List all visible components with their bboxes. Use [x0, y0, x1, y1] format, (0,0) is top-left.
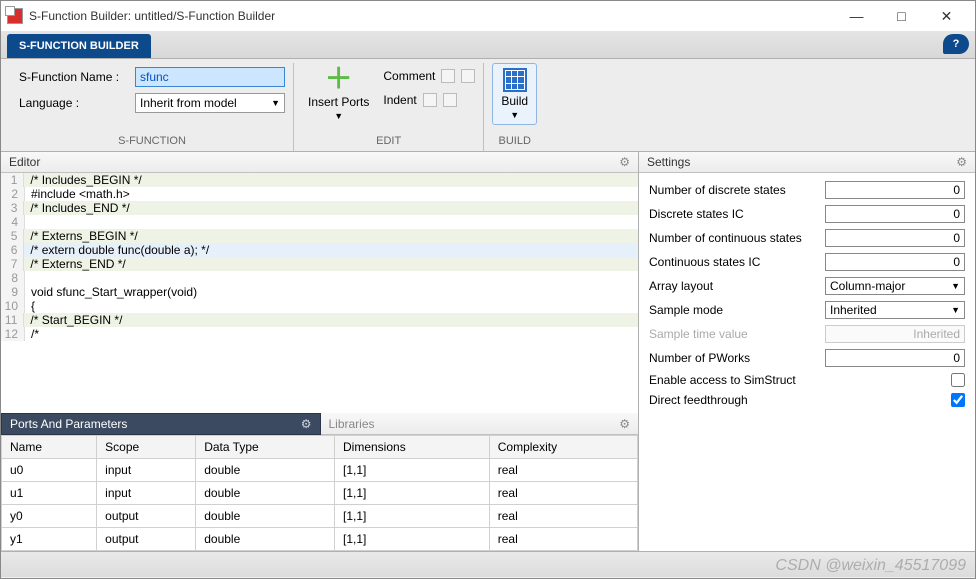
code-line[interactable]: 2#include <math.h> [1, 187, 638, 201]
ribbon-group-edit: EDIT [302, 133, 475, 151]
comment-button[interactable]: Comment [383, 67, 475, 85]
tabstrip: S-FUNCTION BUILDER ? [1, 31, 975, 59]
code-line[interactable]: 7/* Externs_END */ [1, 257, 638, 271]
indent-button[interactable]: Indent [383, 91, 475, 109]
gear-icon[interactable]: ⚙ [956, 155, 967, 169]
minimize-button[interactable]: — [834, 1, 879, 31]
num-discrete-label: Number of discrete states [649, 183, 819, 197]
code-line[interactable]: 10{ [1, 299, 638, 313]
code-line[interactable]: 3/* Includes_END */ [1, 201, 638, 215]
sfunc-name-label: S-Function Name : [19, 70, 129, 84]
indent-icon [423, 93, 437, 107]
table-row[interactable]: y1outputdouble[1,1]real [2, 528, 638, 551]
app-tab[interactable]: S-FUNCTION BUILDER [7, 34, 151, 58]
gear-icon[interactable]: ⚙ [619, 417, 630, 431]
code-line[interactable]: 11/* Start_BEGIN */ [1, 313, 638, 327]
code-line[interactable]: 5/* Externs_BEGIN */ [1, 229, 638, 243]
window-title: S-Function Builder: untitled/S-Function … [29, 9, 834, 23]
code-line[interactable]: 8 [1, 271, 638, 285]
ribbon-group-build: BUILD [492, 133, 537, 151]
plus-icon: ＋ [325, 65, 353, 93]
titlebar: S-Function Builder: untitled/S-Function … [1, 1, 975, 31]
language-label: Language : [19, 96, 129, 110]
outdent-icon [443, 93, 457, 107]
array-layout-dropdown[interactable]: Column-major▼ [825, 277, 965, 295]
cont-ic-input[interactable] [825, 253, 965, 271]
table-header[interactable]: Name [2, 436, 97, 459]
table-header[interactable]: Scope [97, 436, 196, 459]
app-icon [7, 8, 23, 24]
chevron-down-icon: ▼ [334, 111, 343, 121]
sfunc-name-input[interactable] [135, 67, 285, 87]
help-icon[interactable]: ? [943, 34, 969, 54]
discrete-ic-label: Discrete states IC [649, 207, 819, 221]
maximize-button[interactable]: □ [879, 1, 924, 31]
ports-table[interactable]: NameScopeData TypeDimensionsComplexity u… [1, 435, 638, 551]
ribbon: S-Function Name : Language : Inherit fro… [1, 59, 975, 152]
chevron-down-icon: ▼ [271, 98, 280, 108]
feedthrough-label: Direct feedthrough [649, 393, 945, 407]
close-button[interactable]: ✕ [924, 1, 969, 31]
sample-time-label: Sample time value [649, 327, 819, 341]
libraries-panel-header[interactable]: Libraries ⚙ [321, 413, 639, 435]
table-row[interactable]: u1inputdouble[1,1]real [2, 482, 638, 505]
insert-ports-button[interactable]: ＋ Insert Ports ▼ [302, 63, 375, 123]
code-line[interactable]: 6/* extern double func(double a); */ [1, 243, 638, 257]
pworks-label: Number of PWorks [649, 351, 819, 365]
table-header[interactable]: Complexity [489, 436, 637, 459]
table-row[interactable]: y0outputdouble[1,1]real [2, 505, 638, 528]
ports-panel-header[interactable]: Ports And Parameters ⚙ [1, 413, 321, 435]
chevron-down-icon: ▼ [510, 110, 519, 120]
feedthrough-checkbox[interactable] [951, 393, 965, 407]
pworks-input[interactable] [825, 349, 965, 367]
simstruct-label: Enable access to SimStruct [649, 373, 945, 387]
cont-ic-label: Continuous states IC [649, 255, 819, 269]
gear-icon[interactable]: ⚙ [301, 417, 312, 431]
statusbar [1, 551, 975, 577]
gear-icon[interactable]: ⚙ [619, 155, 630, 169]
sample-mode-dropdown[interactable]: Inherited▼ [825, 301, 965, 319]
table-header[interactable]: Dimensions [335, 436, 490, 459]
code-editor[interactable]: 1/* Includes_BEGIN */2#include <math.h>3… [1, 173, 638, 413]
num-discrete-input[interactable] [825, 181, 965, 199]
language-value: Inherit from model [140, 96, 237, 110]
language-dropdown[interactable]: Inherit from model ▼ [135, 93, 285, 113]
table-row[interactable]: u0inputdouble[1,1]real [2, 459, 638, 482]
build-icon [503, 68, 527, 92]
comment-icon [441, 69, 455, 83]
editor-panel-header: Editor ⚙ [1, 152, 638, 173]
ribbon-group-sfunction: S-FUNCTION [19, 133, 285, 151]
num-cont-label: Number of continuous states [649, 231, 819, 245]
discrete-ic-input[interactable] [825, 205, 965, 223]
code-line[interactable]: 1/* Includes_BEGIN */ [1, 173, 638, 187]
build-button[interactable]: Build ▼ [492, 63, 537, 125]
settings-panel-header: Settings ⚙ [639, 152, 975, 173]
array-layout-label: Array layout [649, 279, 819, 293]
table-header[interactable]: Data Type [196, 436, 335, 459]
simstruct-checkbox[interactable] [951, 373, 965, 387]
num-cont-input[interactable] [825, 229, 965, 247]
code-line[interactable]: 12/* [1, 327, 638, 341]
sample-time-input [825, 325, 965, 343]
code-line[interactable]: 4 [1, 215, 638, 229]
sample-mode-label: Sample mode [649, 303, 819, 317]
code-line[interactable]: 9void sfunc_Start_wrapper(void) [1, 285, 638, 299]
uncomment-icon [461, 69, 475, 83]
